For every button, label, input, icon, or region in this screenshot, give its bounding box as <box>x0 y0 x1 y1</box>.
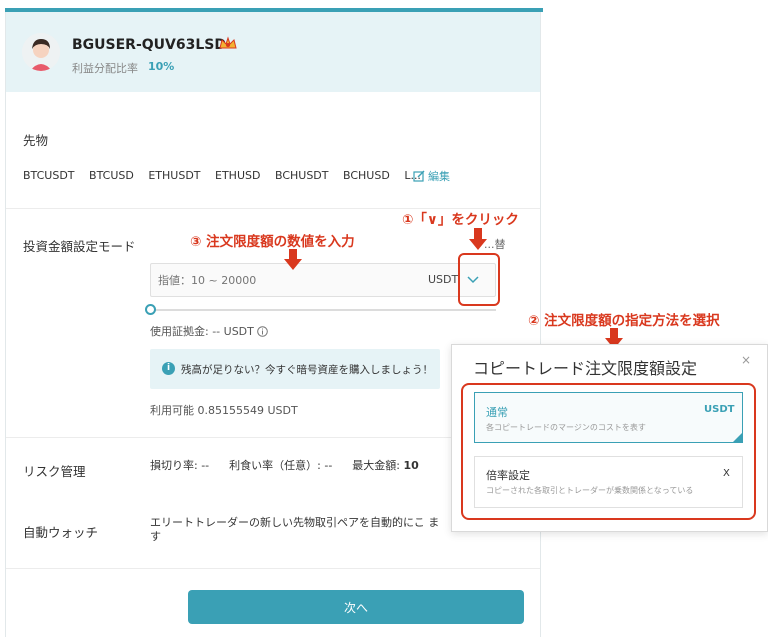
pair-item: BTCUSD <box>89 169 134 182</box>
pair-item: ETHUSDT <box>148 169 201 182</box>
max-amount: 最大金額: 10 <box>352 457 419 473</box>
investment-mode-label: 投資金額設定モード <box>23 239 136 254</box>
pair-item: BTCUSDT <box>23 169 75 182</box>
crown-badge-icon <box>218 36 238 56</box>
margin-used-label: 使用証拠金: -- USDT <box>150 325 254 338</box>
pair-item: BCHUSD <box>343 169 390 182</box>
next-button[interactable]: 次へ <box>188 590 524 624</box>
margin-used: 使用証拠金: -- USDT <box>150 323 268 339</box>
annotation-step-3: ③ 注文限度額の数値を入力 <box>190 234 355 250</box>
mode-switch-text[interactable]: ...替 <box>484 236 506 252</box>
profit-share-value: 10% <box>148 60 175 73</box>
close-icon[interactable]: × <box>741 353 751 367</box>
risk-settings: 損切り率: -- 利食い率（任意）: -- 最大金額: 10 <box>150 457 419 473</box>
futures-pairs-list: BTCUSDT BTCUSD ETHUSDT ETHUSD BCHUSDT BC… <box>23 169 435 182</box>
max-amount-value: 10 <box>403 459 419 472</box>
auto-watch-description: エリートトレーダーの新しい先物取引ペアを自動的にこ ます <box>150 516 440 543</box>
annotation-step-1: ①「∨」をクリック <box>402 212 519 228</box>
max-amount-label: 最大金額: <box>352 459 401 472</box>
futures-section-label: 先物 <box>23 133 49 148</box>
profit-share-label: 利益分配比率 <box>72 62 138 75</box>
risk-management-label: リスク管理 <box>23 464 86 479</box>
pair-item: ETHUSD <box>215 169 261 182</box>
notice-text[interactable]: 残高が足りない？今すぐ暗号資産を購入しましょう！ <box>181 362 433 377</box>
info-icon: i <box>162 362 175 375</box>
pair-item: BCHUSDT <box>274 169 329 182</box>
edit-pairs-button[interactable]: 編集 <box>413 168 450 184</box>
stop-loss-rate: 損切り率: -- <box>150 459 210 472</box>
amount-unit: USDT <box>428 273 459 286</box>
highlight-dropdown-box <box>458 253 500 306</box>
info-icon[interactable] <box>257 325 268 337</box>
edit-label: 編集 <box>428 170 450 183</box>
popup-title: コピートレード注文限度額設定 <box>473 359 698 378</box>
divider <box>6 568 540 569</box>
annotation-step-2: ② 注文限度額の指定方法を選択 <box>528 313 720 329</box>
amount-slider-track[interactable] <box>150 309 496 311</box>
available-balance: 利用可能 0.85155549 USDT <box>150 404 298 417</box>
arrow-down-icon <box>469 228 487 250</box>
take-profit-rate: 利食い率（任意）: -- <box>229 459 333 472</box>
amount-input[interactable] <box>158 272 398 288</box>
arrow-down-icon <box>284 249 302 270</box>
auto-watch-label: 自動ウォッチ <box>23 525 99 540</box>
trader-username: BGUSER-QUV63LSD <box>72 37 226 53</box>
edit-icon <box>413 170 425 182</box>
avatar <box>22 33 60 71</box>
highlight-options-box <box>461 383 756 520</box>
amount-slider-handle[interactable] <box>145 304 156 315</box>
